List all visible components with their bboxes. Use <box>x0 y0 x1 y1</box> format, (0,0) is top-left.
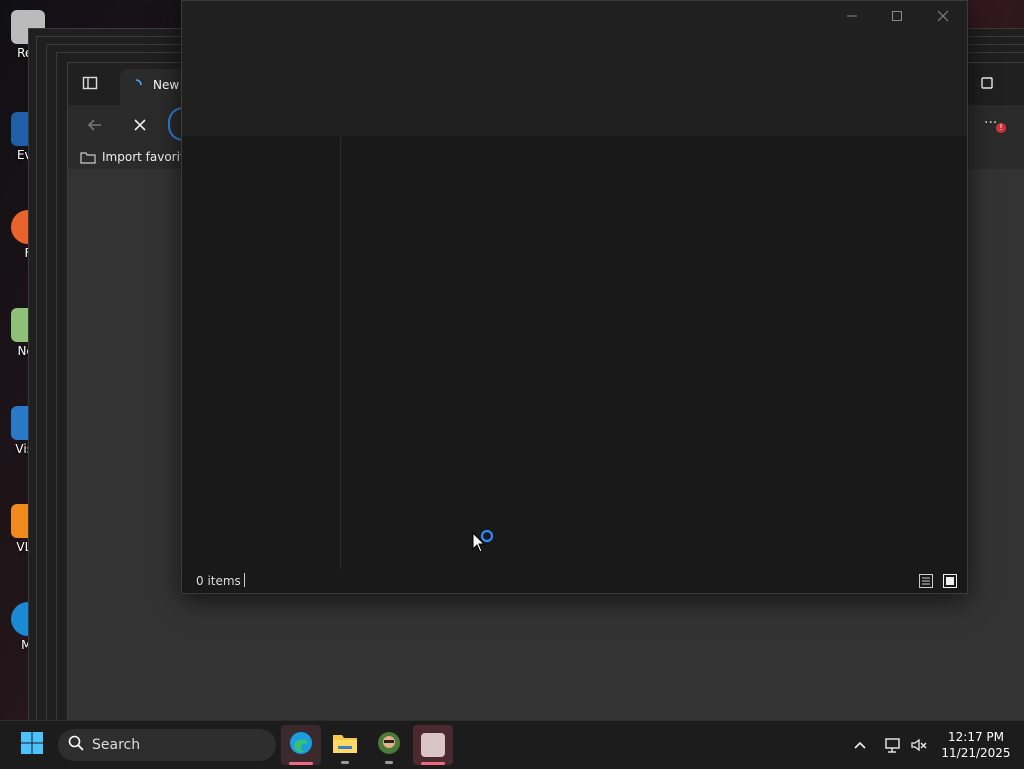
start-button[interactable] <box>12 725 52 765</box>
taskbar: Search 12:17 PM 11/21/2025 <box>0 720 1024 769</box>
clock[interactable]: 12:17 PM 11/21/2025 <box>936 729 1016 761</box>
running-indicator <box>421 762 445 765</box>
taskbar-edge-button[interactable] <box>281 725 321 765</box>
file-explorer-window: 0 items <box>181 0 968 594</box>
explorer-title-bar[interactable] <box>182 1 967 31</box>
edge-icon <box>288 730 314 760</box>
maximize-icon[interactable] <box>980 75 994 89</box>
minimize-button[interactable] <box>829 1 875 31</box>
running-indicator <box>289 762 313 765</box>
tab-actions-icon[interactable] <box>82 75 98 91</box>
taskbar-active-app-button[interactable] <box>413 725 453 765</box>
taskbar-search-box[interactable]: Search <box>58 729 276 761</box>
clock-date: 11/21/2025 <box>941 746 1011 760</box>
item-count: 0 items <box>196 574 241 588</box>
show-hidden-icons-chevron-icon[interactable] <box>852 737 868 757</box>
running-indicator <box>385 761 393 764</box>
volume-muted-icon[interactable] <box>910 736 928 758</box>
explorer-command-area <box>182 31 967 136</box>
loading-spinner-icon <box>130 79 142 91</box>
busy-cursor-icon <box>472 529 498 560</box>
search-label: Search <box>92 737 141 753</box>
clock-time: 12:17 PM <box>948 730 1004 744</box>
taskbar-app-button[interactable] <box>369 725 409 765</box>
search-icon <box>68 735 84 755</box>
large-icons-view-icon[interactable] <box>942 573 958 592</box>
maximize-button[interactable] <box>874 1 920 31</box>
status-bar: 0 items <box>182 569 967 593</box>
details-view-icon[interactable] <box>918 573 934 592</box>
folder-icon <box>332 732 358 758</box>
folder-icon <box>80 150 96 167</box>
taskbar-file-explorer-button[interactable] <box>325 725 365 765</box>
import-favorites-link[interactable]: Import favorite <box>102 150 192 164</box>
close-button[interactable] <box>920 1 966 31</box>
alert-badge-icon: ! <box>996 123 1006 133</box>
back-icon[interactable] <box>86 116 104 138</box>
stop-loading-icon[interactable] <box>132 117 148 137</box>
windows-logo-icon <box>20 731 44 759</box>
file-list-area <box>341 137 967 569</box>
app-window-icon <box>421 733 445 757</box>
app-avatar-icon <box>377 731 401 759</box>
running-indicator <box>341 761 349 764</box>
navigation-pane <box>182 137 341 569</box>
network-icon[interactable] <box>884 736 902 758</box>
status-divider <box>244 573 245 587</box>
